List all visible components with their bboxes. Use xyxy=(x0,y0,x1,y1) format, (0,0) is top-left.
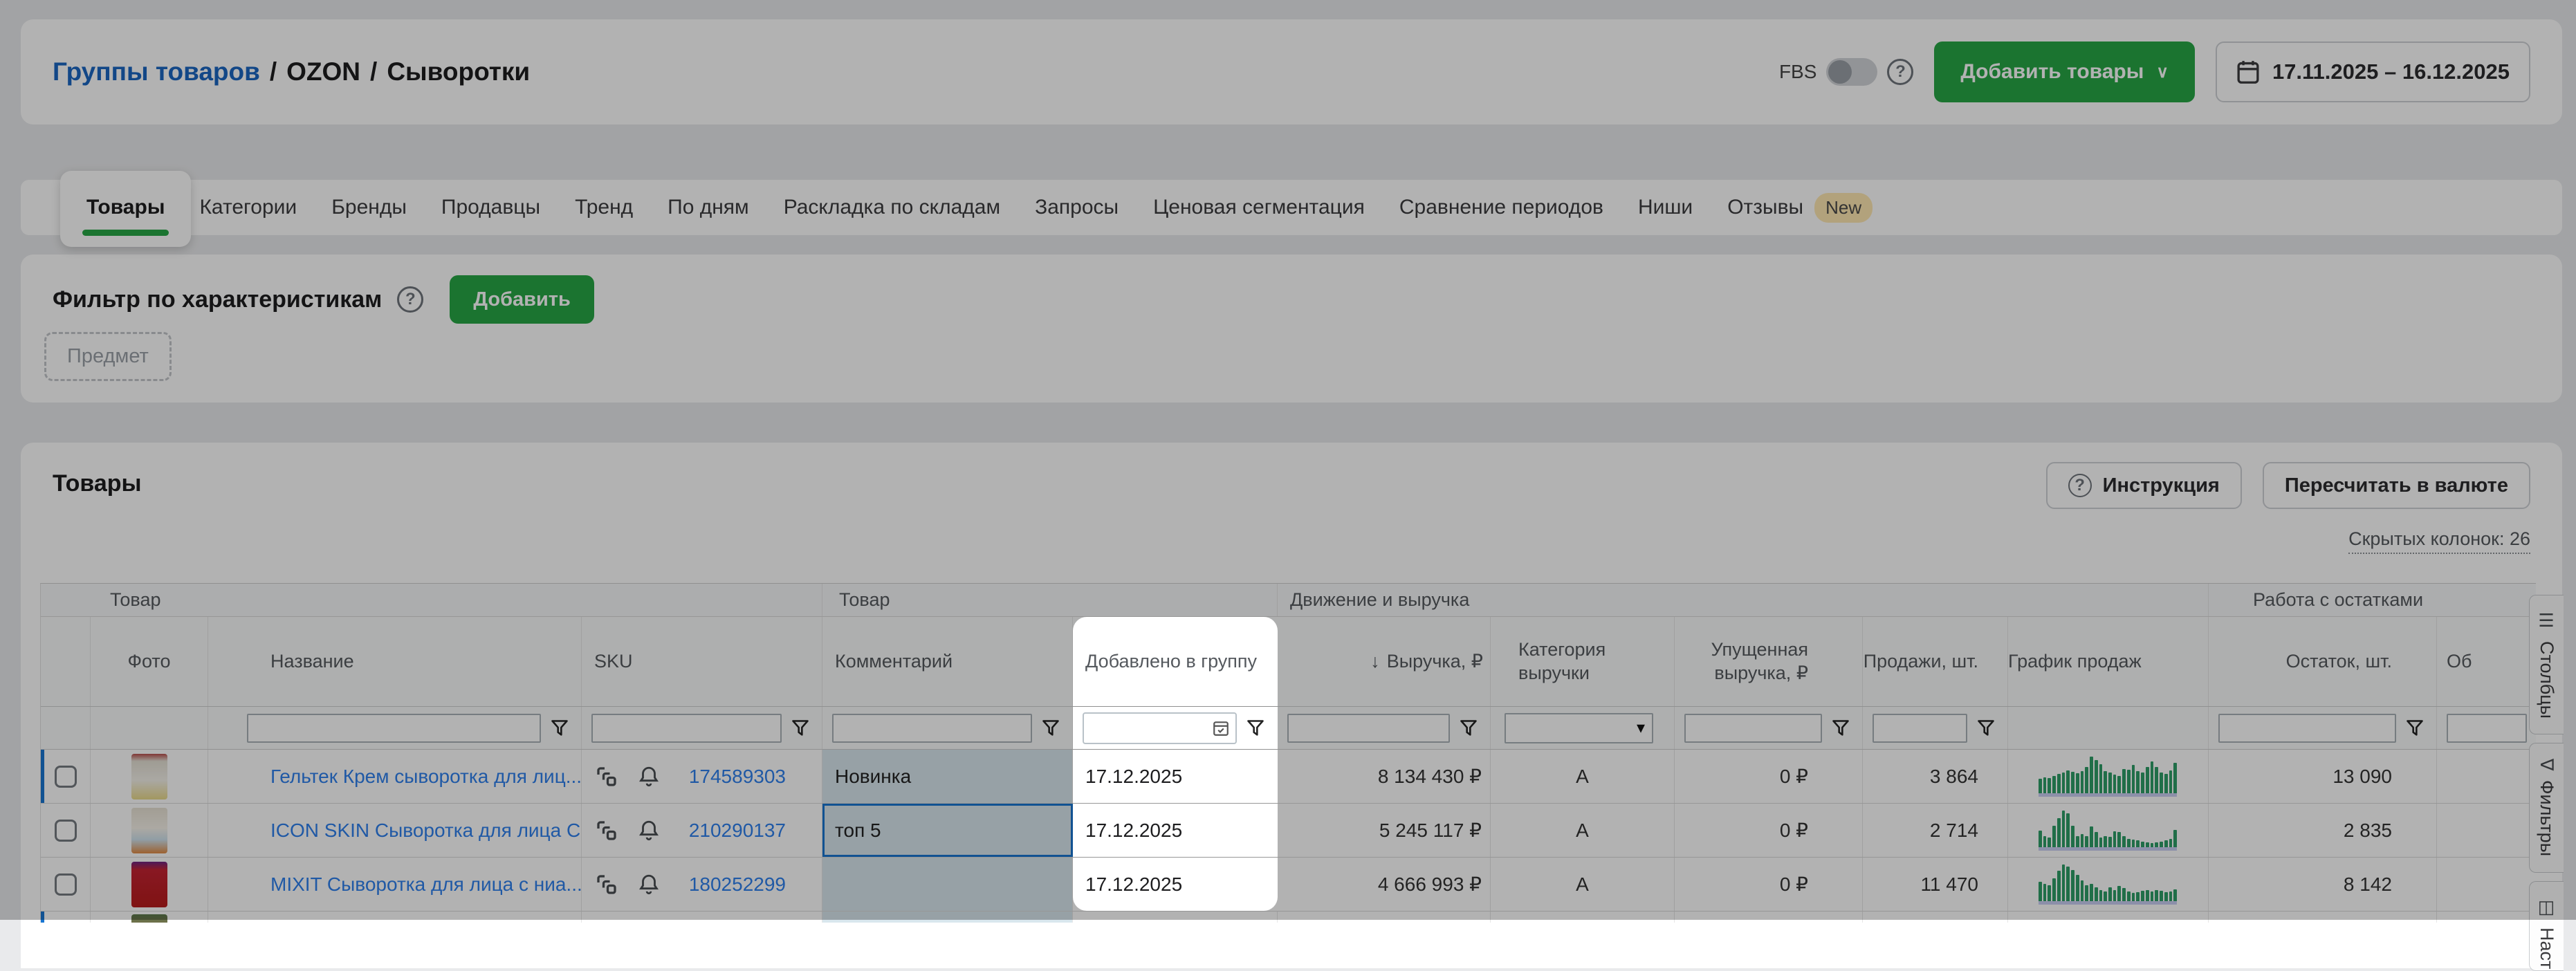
added-to-group-cell: 17.12.2025 xyxy=(1073,750,1278,803)
calendar-check-icon xyxy=(1212,719,1230,737)
added-to-group-cell: 17.12.2025 xyxy=(1073,858,1278,911)
added-date-filter-input[interactable] xyxy=(1083,712,1237,744)
funnel-icon[interactable] xyxy=(1244,719,1267,738)
filter-cell-added xyxy=(1073,707,1278,749)
added-to-group-cell: 17.12.2025 xyxy=(1073,804,1278,857)
tour-dim-overlay xyxy=(0,0,2576,920)
col-header-added-to-group: Добавлено в группу xyxy=(1073,617,1278,706)
